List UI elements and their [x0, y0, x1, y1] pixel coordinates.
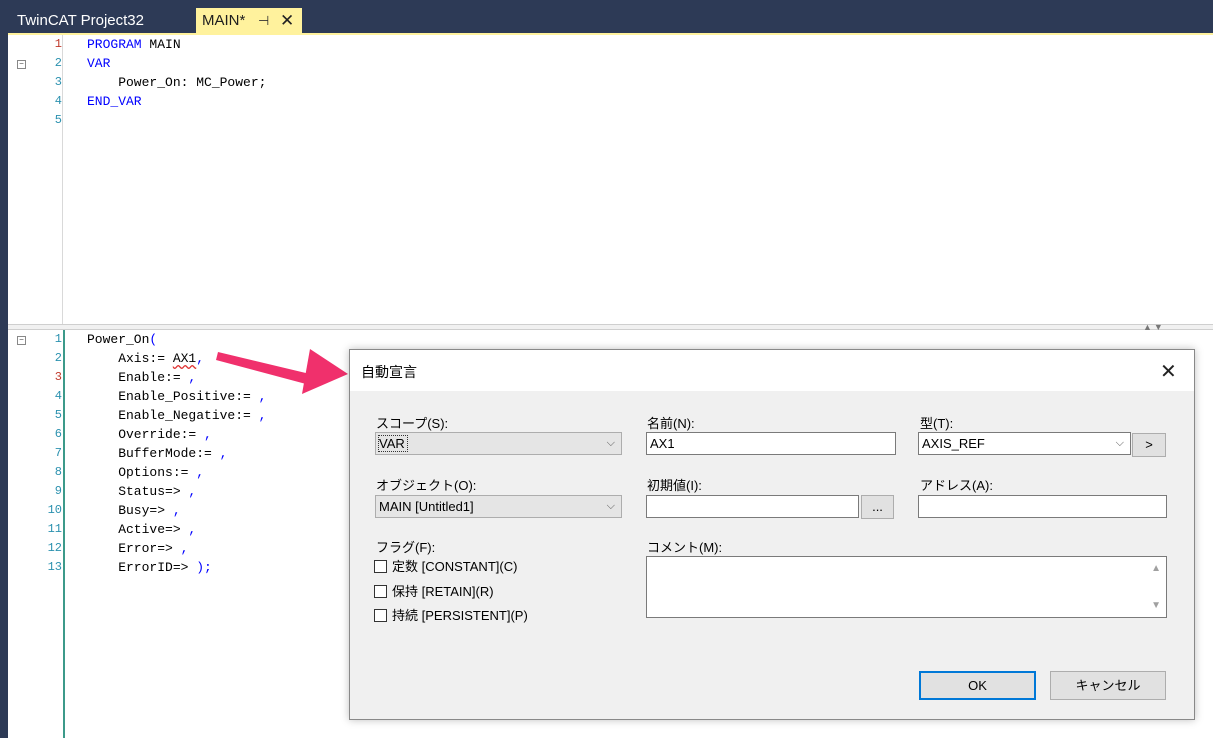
pin-icon[interactable]: ⊣	[258, 8, 269, 34]
code-line: PROGRAM MAIN	[87, 37, 181, 52]
code-line: Axis:= AX1,	[87, 351, 205, 366]
persistent-checkbox[interactable]: 持続 [PERSISTENT](P)	[374, 607, 528, 625]
line-number: 2	[54, 56, 62, 70]
unresolved-identifier[interactable]: AX1	[173, 351, 196, 366]
chevron-down-icon: ⌵	[1115, 437, 1124, 449]
line-number: 5	[54, 408, 62, 422]
line-number: 2	[54, 351, 62, 365]
document-tab-bar: TwinCAT Project32 MAIN* ⊣ ✕	[0, 0, 1213, 35]
comment-textarea[interactable]: ▲ ▼	[646, 556, 1167, 618]
declaration-editor[interactable]: − 1 2 3 4 5 PROGRAM MAIN VAR Power_On: M…	[8, 35, 1213, 324]
line-number: 9	[54, 484, 62, 498]
init-value-browse-button[interactable]: ...	[861, 495, 894, 519]
auto-declare-dialog: 自動宣言 ✕ スコープ(S): VAR ⌵ 名前(N): AX1 型(T): A…	[349, 349, 1195, 720]
chevron-down-icon: ⌵	[606, 500, 615, 512]
code-line: ErrorID=> );	[87, 560, 212, 575]
address-label: アドレス(A):	[920, 478, 993, 493]
line-number: 6	[54, 427, 62, 441]
retain-checkbox[interactable]: 保持 [RETAIN](R)	[374, 583, 494, 601]
line-number: 1	[54, 332, 62, 346]
code-line: Active=> ,	[87, 522, 197, 537]
code-line: Options:= ,	[87, 465, 205, 480]
fold-toggle-icon[interactable]: −	[17, 336, 26, 345]
close-icon[interactable]: ✕	[1160, 359, 1177, 384]
object-select[interactable]: MAIN [Untitled1] ⌵	[375, 495, 622, 518]
line-number: 3	[54, 75, 62, 89]
line-number: 7	[54, 446, 62, 460]
name-label: 名前(N):	[647, 416, 695, 431]
code-line: Status=> ,	[87, 484, 197, 499]
type-select[interactable]: AXIS_REF ⌵	[918, 432, 1131, 455]
scope-select[interactable]: VAR ⌵	[375, 432, 622, 455]
code-line: Enable_Negative:= ,	[87, 408, 267, 423]
checkbox-box[interactable]	[374, 609, 387, 622]
ok-button[interactable]: OK	[919, 671, 1036, 700]
line-gutter: − 1 2 3 4 5	[8, 35, 64, 324]
code-line: Busy=> ,	[87, 503, 181, 518]
code-line: END_VAR	[87, 94, 142, 109]
dialog-title-bar: 自動宣言 ✕	[350, 350, 1194, 391]
tab-main[interactable]: MAIN* ⊣ ✕	[196, 8, 302, 34]
line-number: 12	[47, 541, 62, 555]
code-line: Power_On: MC_Power;	[87, 75, 267, 90]
code-line: Error=> ,	[87, 541, 189, 556]
close-icon[interactable]: ✕	[280, 8, 294, 34]
scroll-down-icon[interactable]: ▼	[1151, 600, 1161, 611]
line-number: 1	[54, 37, 62, 51]
gutter-divider	[62, 35, 63, 324]
line-number: 3	[54, 370, 62, 384]
tab-project[interactable]: TwinCAT Project32	[8, 8, 194, 34]
name-input[interactable]: AX1	[646, 432, 896, 455]
address-input[interactable]	[918, 495, 1167, 518]
line-number: 13	[47, 560, 62, 574]
init-value-label: 初期値(I):	[647, 478, 702, 493]
line-number: 11	[47, 522, 62, 536]
code-line: Power_On(	[87, 332, 158, 347]
type-browse-button[interactable]: >	[1132, 433, 1166, 457]
init-value-input[interactable]	[646, 495, 859, 518]
tab-project-label: TwinCAT Project32	[17, 12, 144, 29]
cancel-button[interactable]: キャンセル	[1050, 671, 1166, 700]
annotation-arrow-icon	[216, 349, 348, 394]
line-number: 4	[54, 94, 62, 108]
tab-main-label: MAIN*	[202, 12, 246, 29]
constant-checkbox[interactable]: 定数 [CONSTANT](C)	[374, 558, 517, 576]
code-line: Enable:= ,	[87, 370, 197, 385]
scroll-up-icon[interactable]: ▲	[1151, 563, 1161, 574]
chevron-down-icon: ⌵	[606, 437, 615, 449]
code-line: BufferMode:= ,	[87, 446, 228, 461]
fold-toggle-icon[interactable]: −	[17, 60, 26, 69]
gutter-divider	[63, 330, 65, 738]
checkbox-box[interactable]	[374, 560, 387, 573]
dialog-title: 自動宣言	[361, 364, 417, 380]
line-number: 8	[54, 465, 62, 479]
code-line: Override:= ,	[87, 427, 212, 442]
scope-label: スコープ(S):	[376, 416, 449, 431]
flags-label: フラグ(F):	[376, 540, 436, 555]
line-number: 4	[54, 389, 62, 403]
comment-label: コメント(M):	[647, 540, 723, 555]
line-gutter: − 1 2 3 4 5 6 7 8 9 10 11 12 13	[8, 330, 64, 738]
checkbox-box[interactable]	[374, 585, 387, 598]
line-number: 5	[54, 113, 62, 127]
object-label: オブジェクト(O):	[376, 478, 477, 493]
line-number: 10	[47, 503, 62, 517]
code-line: VAR	[87, 56, 111, 71]
type-label: 型(T):	[920, 416, 954, 431]
